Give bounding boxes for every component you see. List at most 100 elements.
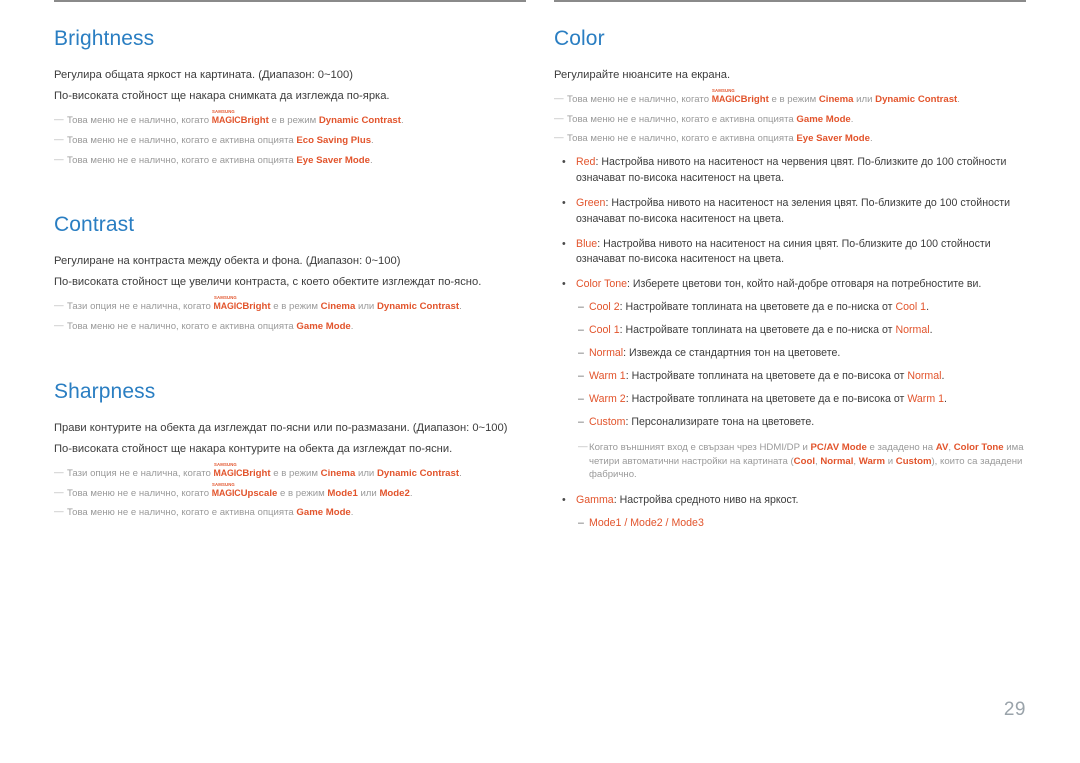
bullet-dot-icon: •	[562, 196, 566, 209]
note-text-post: .	[409, 487, 413, 499]
samsung-wordmark: SAMSUNG	[211, 481, 235, 487]
brightness-intro-line-2: По-високата стойност ще накара снимката …	[54, 90, 390, 103]
color-note-3: — Това меню не е налично, когато е актив…	[554, 132, 1026, 146]
samsung-magic-logo: SAMSUNG MAGIC	[211, 482, 241, 499]
list-item-custom: – Custom: Персонализирате тона на цветов…	[554, 415, 1026, 431]
brightness-note-1: — Това меню не е налично, когато SAMSUNG…	[54, 110, 526, 128]
sub-dash-icon: –	[578, 415, 584, 428]
brightness-note-3: — Това меню не е налично, когато е актив…	[54, 154, 526, 168]
note-keyword-1: Eco Saving Plus	[296, 134, 372, 146]
sharpness-note-3: — Това меню не е налично, когато е актив…	[54, 506, 526, 520]
note-text-conj: или	[357, 487, 380, 499]
brightness-note-2: — Това меню не е налично, когато е актив…	[54, 134, 526, 148]
list-item-warm-1: – Warm 1: Настройвате топлината на цвето…	[554, 369, 1026, 385]
magic-wordmark: MAGIC	[211, 487, 241, 498]
note-dash-icon: —	[54, 133, 64, 145]
page-title-sharpness: Sharpness	[54, 379, 156, 403]
note-keyword-av: AV	[935, 441, 949, 453]
magic-suffix-label: Bright	[242, 467, 271, 479]
page-number: 29	[1003, 699, 1026, 720]
page-title-brightness: Brightness	[54, 27, 155, 50]
note-keyword-1: Cinema	[818, 94, 854, 106]
magic-wordmark: MAGIC	[711, 94, 741, 105]
section-contrast: Contrast Регулиране на контраста между о…	[54, 213, 526, 334]
color-tone-hdmi-note: — Когато външният вход е свързан чрез HD…	[554, 441, 1026, 483]
note-text-pre: Това меню не е налично, когато е активна…	[567, 133, 797, 145]
note-dash-icon: —	[54, 506, 64, 518]
magic-suffix-label: Bright	[240, 115, 269, 127]
samsung-wordmark: SAMSUNG	[211, 109, 235, 115]
note-keyword-1: Cinema	[320, 467, 356, 479]
bullet-text: : Настройва нивото на наситеност на сини…	[576, 237, 991, 266]
option-text: : Персонализирате тона на цветовете.	[625, 415, 815, 428]
bullet-text: : Настройва средното ниво на яркост.	[613, 494, 799, 507]
option-text: : Настройвате топлината на цветовете да …	[619, 324, 896, 337]
option-post: .	[944, 392, 947, 405]
note-dash-icon: —	[554, 93, 564, 105]
note-keyword-2: Dynamic Contrast	[376, 467, 460, 479]
note-text-mid: е в режим	[270, 301, 321, 313]
list-item-cool-2: – Cool 2: Настройвате топлината на цвето…	[554, 300, 1026, 316]
bullet-term: Color Tone	[576, 278, 628, 291]
note-dash-icon: —	[54, 466, 64, 478]
note-keyword-1: Game Mode	[796, 113, 851, 125]
manual-page: Brightness Регулира общата яркост на кар…	[0, 0, 1080, 763]
note-text-pre: Това меню не е налично, когато е активна…	[567, 113, 797, 125]
note-text-pre: Тази опция не е налична, когато	[67, 467, 214, 479]
note-text-post: .	[957, 94, 960, 106]
sub-dash-icon: –	[578, 392, 584, 405]
note-keyword-2: Dynamic Contrast	[376, 301, 460, 313]
list-item-gamma-modes: – Mode1 / Mode2 / Mode3	[554, 516, 1026, 532]
note-dash-icon: —	[54, 153, 64, 165]
note-keyword-cool: Cool	[793, 455, 815, 467]
note-text-post: .	[350, 321, 354, 333]
bullet-term: Blue	[576, 237, 598, 250]
note-part-2: е зададено на	[866, 441, 936, 453]
magic-wordmark: MAGIC	[213, 301, 243, 312]
list-item-warm-2: – Warm 2: Настройвате топлината на цвето…	[554, 392, 1026, 408]
list-item-color-tone: • Color Tone: Изберете цветови тон, койт…	[554, 277, 1026, 293]
option-post: .	[929, 324, 933, 337]
magic-suffix-label: Upscale	[240, 487, 278, 499]
note-keyword-1: Eye Saver Mode	[296, 154, 370, 166]
note-text-pre: Това меню не е налично, когато е активна…	[67, 154, 297, 166]
note-text-post: .	[459, 467, 462, 479]
bullet-dot-icon: •	[562, 156, 566, 169]
samsung-magic-logo: SAMSUNG MAGIC	[711, 88, 741, 105]
option-term: Warm 1	[589, 369, 626, 382]
note-dash-icon: —	[554, 132, 564, 144]
note-dash-icon: —	[54, 300, 64, 312]
note-text-mid: е в режим	[768, 94, 819, 106]
bullet-dot-icon: •	[562, 237, 566, 250]
note-text-mid: е в режим	[270, 467, 321, 479]
note-text-mid: е в режим	[277, 487, 328, 499]
note-dash-icon: —	[578, 440, 588, 452]
brightness-intro-line-1: Регулира общата яркост на картината. (Ди…	[54, 69, 353, 82]
note-part-1: Когато външният вход е свързан чрез HDMI…	[589, 441, 811, 453]
option-post: .	[926, 301, 930, 314]
section-color: Color Регулирайте нюансите на екрана. — …	[554, 27, 1026, 532]
note-text-post: .	[369, 154, 373, 166]
magic-suffix-label: Bright	[740, 94, 769, 106]
section-brightness: Brightness Регулира общата яркост на кар…	[54, 27, 526, 167]
samsung-wordmark: SAMSUNG	[213, 295, 237, 301]
bullet-dot-icon: •	[562, 494, 566, 507]
color-intro-line: Регулирайте нюансите на екрана.	[554, 69, 731, 82]
note-part-7: и	[885, 455, 896, 467]
note-text-pre: Това меню не е налично, когато е активна…	[67, 321, 297, 333]
option-ref: Cool 1	[895, 301, 927, 314]
bullet-dot-icon: •	[562, 278, 566, 291]
note-text-post: .	[850, 113, 854, 125]
sub-dash-icon: –	[578, 517, 584, 530]
option-text: : Настройвате топлината на цветовете да …	[619, 301, 896, 314]
contrast-note-1: — Тази опция не е налична, когато SAMSUN…	[54, 296, 526, 314]
bullet-term: Gamma	[576, 494, 614, 507]
color-note-2: — Това меню не е налично, когато е актив…	[554, 113, 1026, 127]
note-dash-icon: —	[554, 112, 564, 124]
samsung-wordmark: SAMSUNG	[711, 88, 735, 94]
option-term: Cool 2	[589, 301, 620, 314]
option-text: : Извежда се стандартния тон на цветовет…	[623, 347, 841, 360]
sub-dash-icon: –	[578, 347, 584, 360]
sharpness-note-1: — Тази опция не е налична, когато SAMSUN…	[54, 462, 526, 481]
sharpness-note-2: — Това меню не е налично, когато SAMSUNG…	[54, 482, 526, 501]
